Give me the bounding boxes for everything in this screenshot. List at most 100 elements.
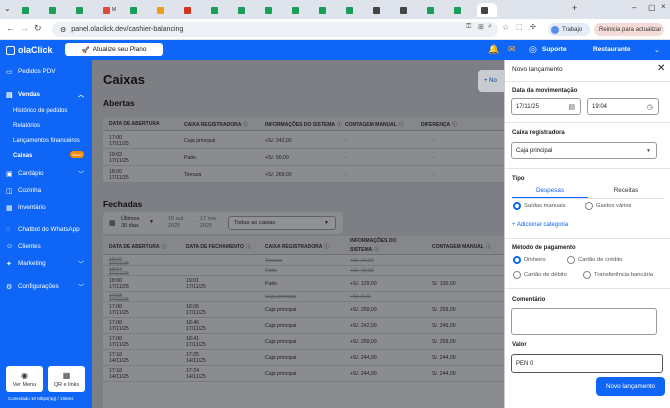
period-selector[interactable]: Últimos 30 dias (121, 216, 139, 230)
minimize-icon[interactable]: – (632, 3, 636, 12)
back-icon[interactable]: ← (6, 23, 15, 33)
chevron-down-icon[interactable]: ⌄ (654, 46, 660, 54)
url-field[interactable]: ⚙ panel.olaclick.dev/cashier-balancing (52, 22, 498, 37)
browser-tab[interactable] (396, 3, 416, 17)
browser-tab[interactable] (153, 3, 173, 17)
close-window-icon[interactable]: × (661, 2, 666, 11)
column-header[interactable]: INFORMAÇÕES DO SISTEMA ⓘ (265, 121, 342, 128)
date-from[interactable]: 16 out 2025 (168, 216, 183, 230)
sidebar-item-clientes[interactable]: ☺ Clientes (0, 240, 92, 253)
comentario-textarea[interactable] (511, 308, 657, 335)
browser-tab[interactable] (477, 3, 497, 17)
support-icon[interactable]: ◎ (529, 44, 537, 55)
tab-despesas[interactable]: Despesas (512, 187, 588, 194)
browser-tab[interactable] (369, 3, 389, 17)
sidebar-item-historico[interactable]: Histórico de pedidos (13, 104, 91, 117)
caixas-filter-select[interactable]: Todas as caixas ▼ (228, 216, 336, 230)
close-icon[interactable]: ✕ (657, 63, 665, 74)
column-header[interactable]: SISTEMA ⓘ (350, 246, 379, 253)
upgrade-plan-button[interactable]: 🚀 Atualize seu Plano (65, 43, 163, 56)
maximize-icon[interactable]: ▢ (648, 3, 656, 12)
table-row[interactable]: 19:02 17/11/25 Patio +S/. 50,00- - (103, 149, 504, 166)
bell-icon[interactable]: 🔔 (488, 44, 499, 55)
browser-tab[interactable] (180, 3, 200, 17)
reload-icon[interactable]: ↻ (34, 23, 42, 34)
browser-tab[interactable] (288, 3, 308, 17)
notification-icon[interactable]: ✉ (508, 44, 516, 55)
column-header[interactable]: DATA DE ABERTURA (109, 121, 160, 127)
browser-tab[interactable] (207, 3, 227, 17)
table-row[interactable]: 18:00 17/11/25 Terraza +S/. 20,00 (103, 256, 504, 267)
add-category-link[interactable]: + Adicionar categoria (512, 222, 568, 228)
table-row[interactable]: 18:00 17/11/25 Terraza +S/. 269,00- - (103, 166, 504, 183)
column-header[interactable]: DATA DE ABERTURA ⓘ (109, 243, 167, 250)
key-icon[interactable]: ⚿ (466, 23, 471, 31)
time-input[interactable]: 19:04 ◷ (587, 98, 659, 115)
radio-dinheiro[interactable]: Dinheiro (513, 256, 546, 264)
browser-tab[interactable] (18, 3, 38, 17)
sidebar-item-configuracoes[interactable]: ⚙ Configurações ﹀ (0, 280, 92, 293)
column-header[interactable]: CAIXA REGISTRADORA ⓘ (184, 121, 248, 128)
date-to[interactable]: 17 nov 2025 (200, 216, 217, 230)
browser-tab[interactable] (234, 3, 254, 17)
tab-receitas[interactable]: Receitas (588, 187, 664, 194)
sidebar-item-inventario[interactable]: ▦ Inventário (0, 201, 92, 214)
column-header[interactable]: DATA DE FECHAMENTO ⓘ (186, 243, 251, 250)
bookmark-icon[interactable]: ☆ (502, 23, 509, 32)
table-row[interactable]: 17:00 17/11/25 Caja principal +S/. 242,00- - (103, 132, 504, 149)
caixa-select[interactable]: Caja principal ▼ (511, 142, 657, 159)
browser-tab[interactable] (342, 3, 362, 17)
radio-saidas-manuais[interactable]: Saídas manuais (513, 202, 566, 210)
sidebar-item-pedidos-pdv[interactable]: ▭ Pedidos PDV (0, 65, 92, 78)
radio-gastos-varios[interactable]: Gastos vários (585, 202, 631, 210)
column-header[interactable]: INFORMAÇÕES DO (350, 238, 396, 244)
sidebar-item-chatbot[interactable]: ◌ Chatbot do WhatsApp (0, 223, 92, 236)
restaurant-selector[interactable]: Restaurante (593, 46, 631, 53)
zoom-icon[interactable]: ⌕ (488, 23, 492, 31)
date-input[interactable]: 17/11/25 ▤ (511, 98, 581, 115)
sidebar-item-marketing[interactable]: ✦ Marketing ﹀ (0, 257, 92, 270)
radio-transferencia[interactable]: Transferência bancária (583, 271, 653, 279)
submit-new-entry-button[interactable]: Novo lançamento (596, 377, 665, 396)
sidebar-item-cozinha[interactable]: ◫ Cozinha (0, 184, 92, 197)
browser-tab[interactable] (315, 3, 335, 17)
radio-cartao-credito[interactable]: Cartão de crédito (567, 256, 622, 264)
column-header[interactable]: CAIXA REGISTRADORA ⓘ (265, 243, 329, 250)
profile-button[interactable]: Trabajo (548, 23, 590, 36)
table-row[interactable]: 17:18 14/11/25 17:25 14/11/25 Caja principal… (103, 350, 504, 366)
sidebar-item-relatorios[interactable]: Relatórios (13, 119, 91, 132)
update-button[interactable]: Reinicia para actualizar (594, 23, 664, 36)
tab-list-icon[interactable]: ⌄ (4, 4, 11, 13)
table-row[interactable]: 17:00 17/11/25 18:41 17/11/25 Caja principal… (103, 334, 504, 350)
ver-menu-button[interactable]: ◉ Ver Menu (6, 366, 43, 392)
site-info-icon[interactable]: ⚙ (60, 26, 66, 34)
browser-tab[interactable] (450, 3, 470, 17)
sidebar-item-lancamentos[interactable]: Lançamentos financeiros (13, 134, 91, 147)
column-header[interactable]: DIFERENÇA ⓘ (421, 121, 457, 128)
table-row[interactable]: 17:00 17/11/25 18:46 17/11/25 Caja principal… (103, 318, 504, 334)
radio-cartao-debito[interactable]: Cartão de débito (513, 271, 567, 279)
table-row[interactable]: 18:07 17/11/25 Patio +S/. 40,00 (103, 266, 504, 277)
support-link[interactable]: Suporte (542, 46, 567, 53)
sidebar-item-cardapio[interactable]: ▣ Cardápio ﹀ (0, 167, 92, 180)
table-row[interactable]: 17:00 17/11/25 18:06 17/11/25 Caja principal… (103, 302, 504, 318)
sidebar-item-vendas[interactable]: ▤ Vendas ︿ (0, 88, 92, 101)
browser-tab[interactable] (126, 3, 146, 17)
valor-input[interactable]: PEN 0 (511, 354, 663, 373)
new-entry-button[interactable]: + No (478, 70, 504, 92)
table-row[interactable]: 17:18 14/11/25 17:24 14/11/25 Caja principal… (103, 366, 504, 382)
browser-tab[interactable] (261, 3, 281, 17)
column-header[interactable]: CONTAGEM MANUAL ⓘ (432, 243, 491, 250)
table-row[interactable]: 17:53 17/11/25 Caja principal +S/. 0,00 (103, 292, 504, 303)
browser-tab[interactable] (423, 3, 443, 17)
browser-tab[interactable]: M (99, 3, 119, 17)
browser-tab[interactable] (72, 3, 92, 17)
qr-links-button[interactable]: ▦ QR e links (48, 366, 85, 392)
extensions-puzzle-icon[interactable]: ✣ (530, 23, 536, 31)
table-row[interactable]: 18:00 17/11/25 19:01 17/11/25 Patio +S/. 129,… (103, 276, 504, 292)
logo[interactable]: olaClick (6, 45, 53, 55)
browser-tab[interactable] (45, 3, 65, 17)
column-header[interactable]: CONTAGEM MANUAL ⓘ (345, 121, 404, 128)
extension-icon[interactable]: ⬚ (516, 23, 523, 31)
new-tab-icon[interactable]: + (572, 3, 577, 13)
